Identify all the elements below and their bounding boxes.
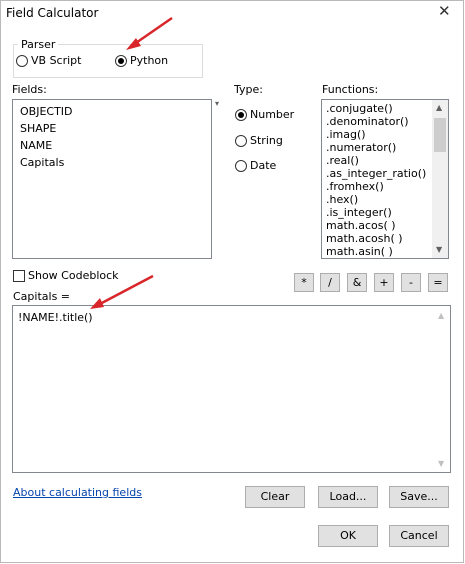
- type-number-radio[interactable]: [235, 109, 247, 121]
- expression-scroll-up-icon[interactable]: ▲: [438, 312, 444, 320]
- function-item[interactable]: .is_integer(): [326, 206, 392, 219]
- parser-python-label[interactable]: Python: [130, 54, 168, 67]
- functions-scroll-thumb[interactable]: [434, 118, 446, 152]
- type-string-label[interactable]: String: [250, 134, 283, 147]
- ok-button[interactable]: OK: [318, 525, 378, 547]
- parser-vbscript-label[interactable]: VB Script: [31, 54, 81, 67]
- type-date-label[interactable]: Date: [250, 159, 276, 172]
- load-button[interactable]: Load...: [318, 486, 378, 508]
- parser-python-radio[interactable]: [115, 55, 127, 67]
- show-codeblock-checkbox[interactable]: [13, 270, 25, 282]
- function-item[interactable]: .numerator(): [326, 141, 396, 154]
- show-codeblock-label[interactable]: Show Codeblock: [28, 269, 119, 282]
- functions-list[interactable]: .conjugate() .denominator() .imag() .num…: [321, 99, 449, 259]
- function-item[interactable]: math.acosh( ): [326, 232, 403, 245]
- fields-label: Fields:: [12, 83, 47, 96]
- function-item[interactable]: math.acos( ): [326, 219, 396, 232]
- function-item[interactable]: .denominator(): [326, 115, 409, 128]
- close-icon[interactable]: ✕: [438, 4, 451, 19]
- field-item[interactable]: NAME: [20, 139, 52, 152]
- cancel-button[interactable]: Cancel: [389, 525, 449, 547]
- function-item[interactable]: .imag(): [326, 128, 366, 141]
- functions-scrollbar[interactable]: ▲ ▼: [432, 100, 448, 258]
- operator-ampersand-button[interactable]: &: [347, 273, 367, 292]
- function-item[interactable]: .conjugate(): [326, 102, 393, 115]
- field-item[interactable]: OBJECTID: [20, 105, 73, 118]
- type-date-radio[interactable]: [235, 160, 247, 172]
- parser-vbscript-radio[interactable]: [16, 55, 28, 67]
- window-title: Field Calculator: [6, 6, 99, 20]
- clear-button[interactable]: Clear: [245, 486, 305, 508]
- expression-scroll-down-icon[interactable]: ▼: [438, 460, 444, 468]
- function-item[interactable]: .hex(): [326, 193, 358, 206]
- save-button[interactable]: Save...: [389, 486, 449, 508]
- field-item[interactable]: SHAPE: [20, 122, 56, 135]
- about-calculating-fields-link[interactable]: About calculating fields: [13, 486, 142, 499]
- operator-multiply-button[interactable]: *: [294, 273, 314, 292]
- expression-text[interactable]: !NAME!.title(): [18, 311, 93, 324]
- expression-input[interactable]: !NAME!.title() ▲ ▼: [12, 305, 451, 473]
- type-label: Type:: [234, 83, 263, 96]
- function-item[interactable]: math.asin( ): [326, 245, 393, 258]
- operator-equals-button[interactable]: =: [428, 273, 448, 292]
- type-string-radio[interactable]: [235, 135, 247, 147]
- operator-divide-button[interactable]: /: [320, 273, 340, 292]
- function-item[interactable]: .fromhex(): [326, 180, 384, 193]
- field-item[interactable]: Capitals: [20, 156, 64, 169]
- function-item[interactable]: .real(): [326, 154, 359, 167]
- operator-minus-button[interactable]: -: [401, 273, 421, 292]
- fields-list[interactable]: OBJECTID SHAPE NAME Capitals: [12, 99, 212, 259]
- parser-label: Parser: [18, 38, 59, 51]
- type-number-label[interactable]: Number: [250, 108, 294, 121]
- scroll-down-icon[interactable]: ▼: [436, 246, 442, 254]
- scroll-up-icon[interactable]: ▲: [436, 104, 442, 112]
- functions-label: Functions:: [322, 83, 379, 96]
- operator-plus-button[interactable]: +: [374, 273, 394, 292]
- fields-sort-arrow-icon[interactable]: ▾: [215, 100, 219, 108]
- function-item[interactable]: .as_integer_ratio(): [326, 167, 426, 180]
- expression-label: Capitals =: [13, 290, 71, 303]
